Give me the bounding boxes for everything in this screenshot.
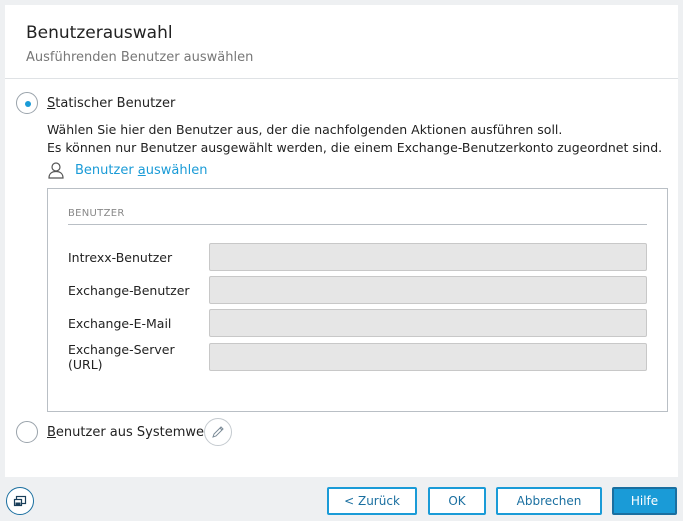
edit-system-value-button[interactable]: [204, 418, 232, 446]
field-label-exchange-email: Exchange-E-Mail: [68, 315, 172, 331]
field-label-exchange-user: Exchange-Benutzer: [68, 282, 190, 298]
select-user-text-1: Benutzer: [75, 162, 138, 178]
person-icon: [48, 162, 64, 179]
radio-system-user[interactable]: Benutzer aus Systemwert: [16, 421, 214, 443]
window-icon: [13, 495, 27, 507]
select-user-text-2: uswählen: [145, 162, 208, 178]
select-user-link[interactable]: Benutzer auswählen: [47, 161, 207, 179]
exchange-email-field[interactable]: [209, 309, 647, 337]
radio-static-label[interactable]: Statischer Benutzer: [47, 96, 175, 111]
radio-static-label-text: tatischer Benutzer: [55, 95, 176, 111]
field-row-intrexx-user: Intrexx-Benutzer: [68, 243, 647, 271]
select-user-mnemonic: a: [137, 162, 146, 178]
radio-static-user[interactable]: Statischer Benutzer: [16, 92, 175, 114]
description-line-1: Wählen Sie hier den Benutzer aus, der di…: [47, 122, 563, 137]
exchange-user-field[interactable]: [209, 276, 647, 304]
radio-system-mnemonic: B: [47, 424, 56, 440]
select-user-label[interactable]: Benutzer auswählen: [75, 163, 207, 178]
back-button[interactable]: < Zurück: [327, 487, 417, 515]
description-line-2: Es können nur Benutzer ausgewählt werden…: [47, 140, 663, 155]
cancel-button[interactable]: Abbrechen: [496, 487, 602, 515]
radio-system-label-text: enutzer aus Systemwert: [55, 424, 215, 440]
ok-button[interactable]: OK: [428, 487, 486, 515]
description: Wählen Sie hier den Benutzer aus, der di…: [47, 121, 662, 157]
radio-system-label[interactable]: Benutzer aus Systemwert: [47, 425, 214, 440]
pencil-icon: [212, 426, 224, 438]
radio-button-system[interactable]: [16, 421, 38, 443]
field-label-exchange-server: Exchange-Server (URL): [68, 342, 175, 372]
dialog-subtitle: Ausführenden Benutzer auswählen: [26, 50, 254, 65]
user-panel: BENUTZER Intrexx-Benutzer Exchange-Benut…: [47, 188, 668, 412]
window-mode-button[interactable]: [6, 487, 34, 515]
field-row-exchange-user: Exchange-Benutzer: [68, 276, 647, 304]
section-title: BENUTZER: [68, 208, 647, 225]
exchange-server-url-field[interactable]: [209, 343, 647, 371]
dialog-title: Benutzerauswahl: [26, 23, 173, 43]
radio-button-static[interactable]: [16, 92, 38, 114]
field-row-exchange-server: Exchange-Server (URL): [68, 342, 647, 372]
intrexx-user-field[interactable]: [209, 243, 647, 271]
dialog: Benutzerauswahl Ausführenden Benutzer au…: [5, 5, 678, 477]
help-button[interactable]: Hilfe: [612, 487, 677, 515]
field-row-exchange-email: Exchange-E-Mail: [68, 309, 647, 337]
field-label-intrexx-user: Intrexx-Benutzer: [68, 249, 173, 265]
dialog-header: Benutzerauswahl Ausführenden Benutzer au…: [5, 5, 678, 79]
